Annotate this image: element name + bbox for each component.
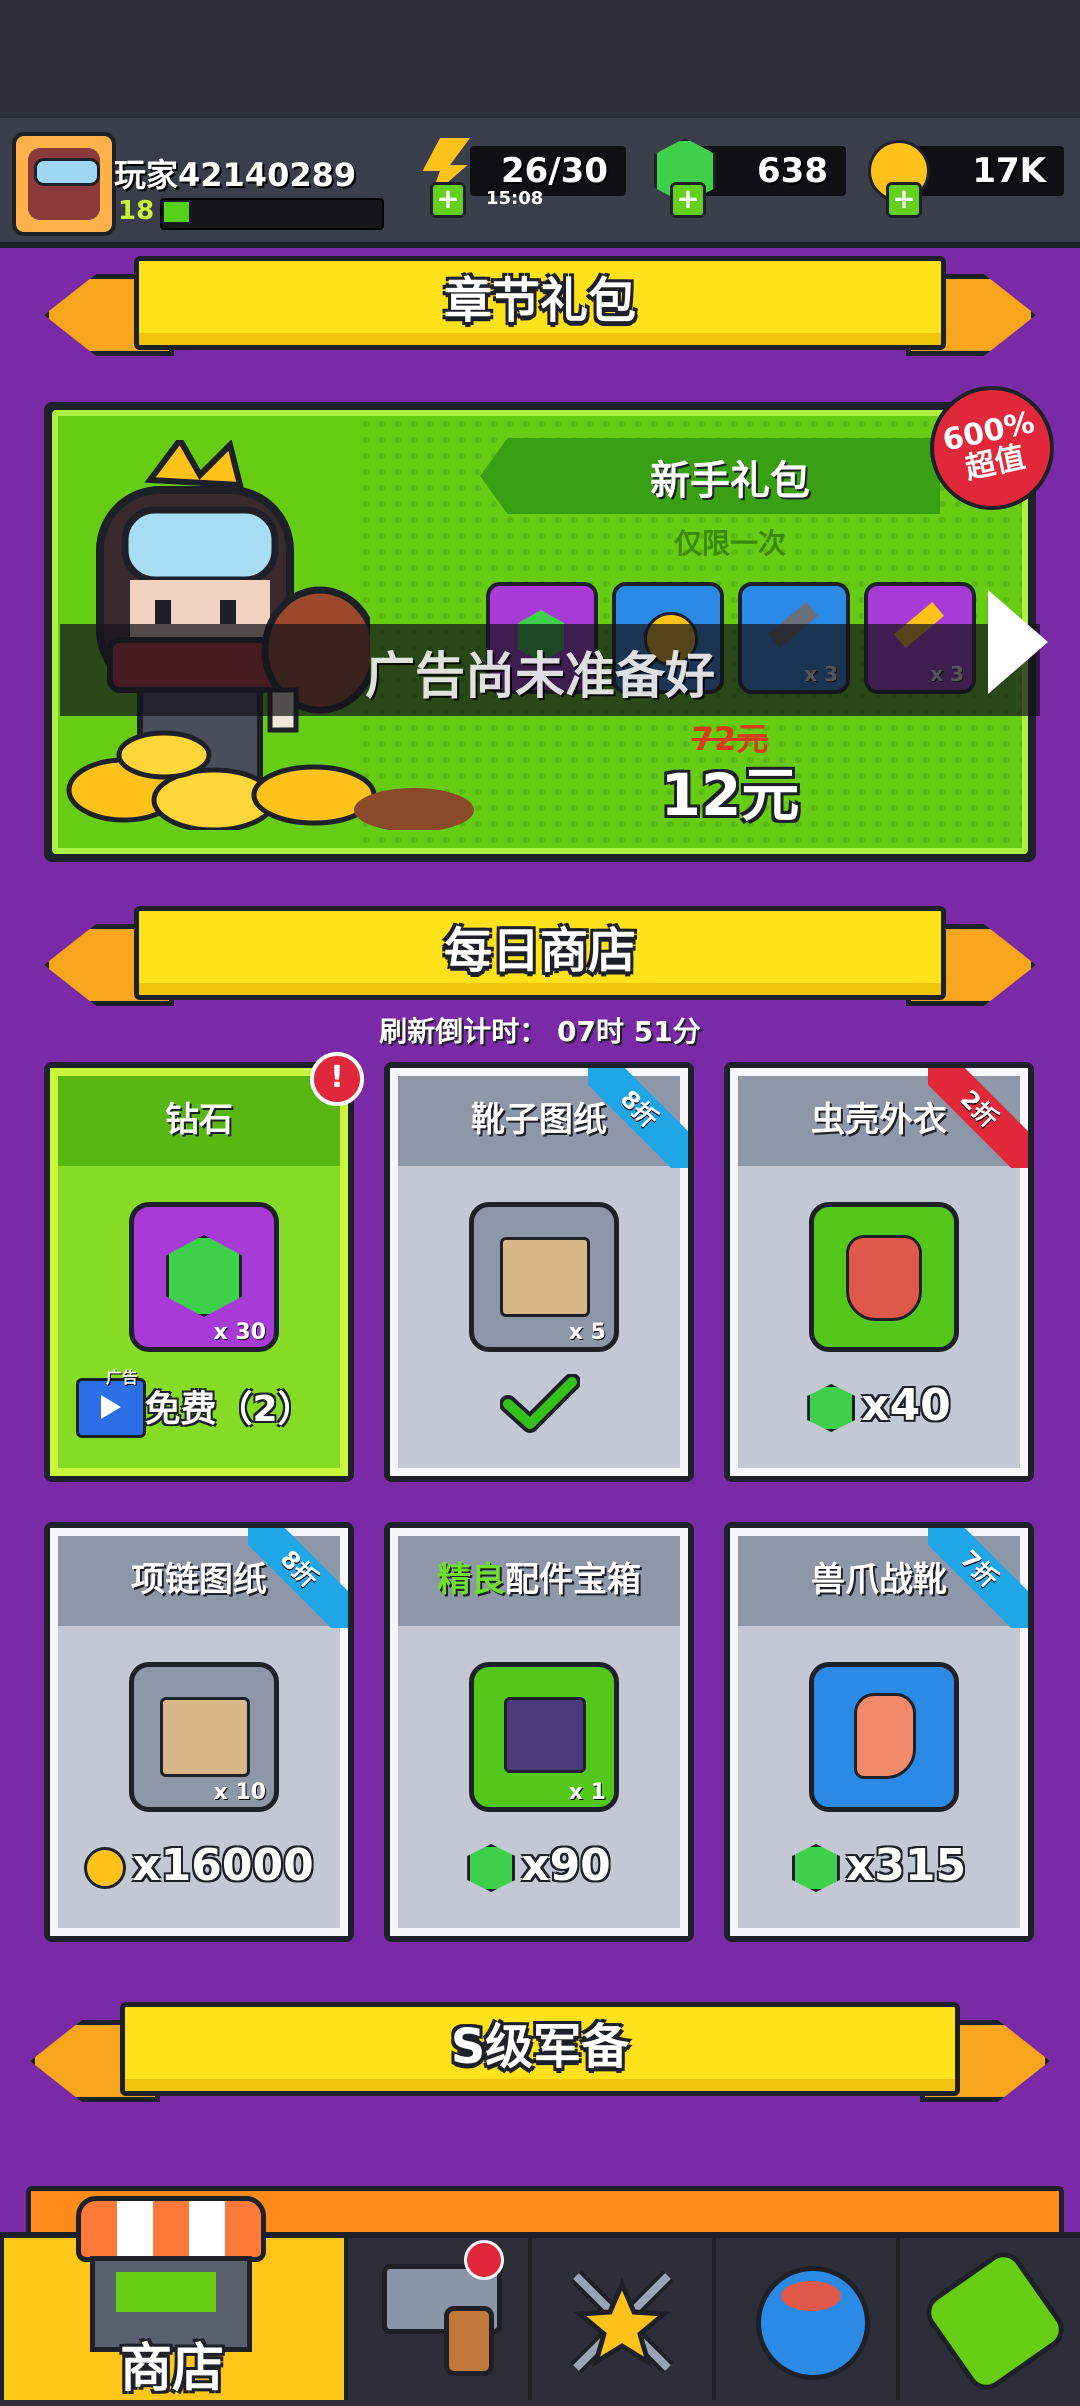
crossed-swords-star-icon [570,2270,674,2374]
armor-icon [809,1202,959,1352]
shop-card-diamonds[interactable]: 钻石 x 30 广告 免费（2） ! [44,1052,364,1482]
add-coins-button[interactable]: + [886,182,922,218]
ad-not-ready-text: 广告尚未准备好 [365,647,715,705]
dna-capsule-icon [918,2244,1072,2398]
discount-ribbon: 2折 [928,1068,1028,1168]
xp-bar-fill [164,202,189,222]
refresh-countdown: 刷新倒计时： 07时 51分 [379,1015,701,1048]
nav-tab-talents[interactable] [712,2238,896,2400]
blueprint-icon: x 5 [469,1202,619,1352]
player-name: 玩家42140289 [114,156,357,194]
shop-card-beast-claw-boots[interactable]: 兽爪战靴 x315 7折 [724,1522,1034,1942]
chapter-pack-banner: 章节礼包 [44,256,1036,356]
upgrade-alert-icon [464,2240,504,2280]
pack-price-button[interactable]: 12元 [620,748,840,832]
shop-card-boots-blueprint[interactable]: 靴子图纸 x 5 8折 [384,1062,694,1482]
checkmark-icon [500,1374,580,1433]
add-energy-button[interactable]: + [430,182,466,218]
discount-ribbon: 7折 [928,1528,1028,1628]
pack-title: 新手礼包 [650,458,810,504]
system-status-bar [0,0,1080,118]
shop-card-accessory-chest[interactable]: 精良配件宝箱 x 1 x90 [384,1522,694,1942]
chapter-pack-title: 章节礼包 [443,273,636,329]
coin-icon [84,1847,127,1889]
gem-icon [467,1844,516,1892]
gem-icon [807,1384,856,1432]
daily-shop-title: 每日商店 [443,923,636,979]
blueprint-icon: x 10 [129,1662,279,1812]
shop-card-bug-shell-coat[interactable]: 虫壳外衣 x40 2折 [724,1062,1034,1482]
daily-shop-banner: 每日商店 [44,906,1036,1006]
player-avatar[interactable] [12,132,116,236]
gem-icon [791,1844,840,1892]
star-orb-icon [756,2266,870,2380]
coin-pile-icon [66,730,474,830]
xp-bar [160,198,384,230]
pack-subtitle: 仅限一次 [673,527,786,560]
alert-badge-icon: ! [310,1052,364,1106]
gem-icon: x 30 [129,1202,279,1352]
nav-tab-weapons[interactable] [344,2238,528,2400]
boots-icon [809,1662,959,1812]
discount-ribbon: 8折 [248,1528,348,1628]
s-gear-title: S级军备 [450,2019,630,2075]
add-gems-button[interactable]: + [670,182,706,218]
nav-tab-evolution[interactable] [896,2238,1080,2400]
next-pack-arrow-icon[interactable] [988,590,1048,694]
nav-tab-battle[interactable] [528,2238,712,2400]
nav-shop-label: 商店 [119,2339,224,2399]
chest-icon: x 1 [469,1662,619,1812]
player-level: 18 [118,196,155,226]
energy-timer: 15:08 [486,188,544,209]
s-gear-banner: S级军备 [30,2002,1050,2102]
shop-card-necklace-blueprint[interactable]: 项链图纸 x 10 x16000 8折 [44,1522,354,1942]
shop-stall-icon [76,2196,266,2352]
discount-ribbon: 8折 [588,1068,688,1168]
